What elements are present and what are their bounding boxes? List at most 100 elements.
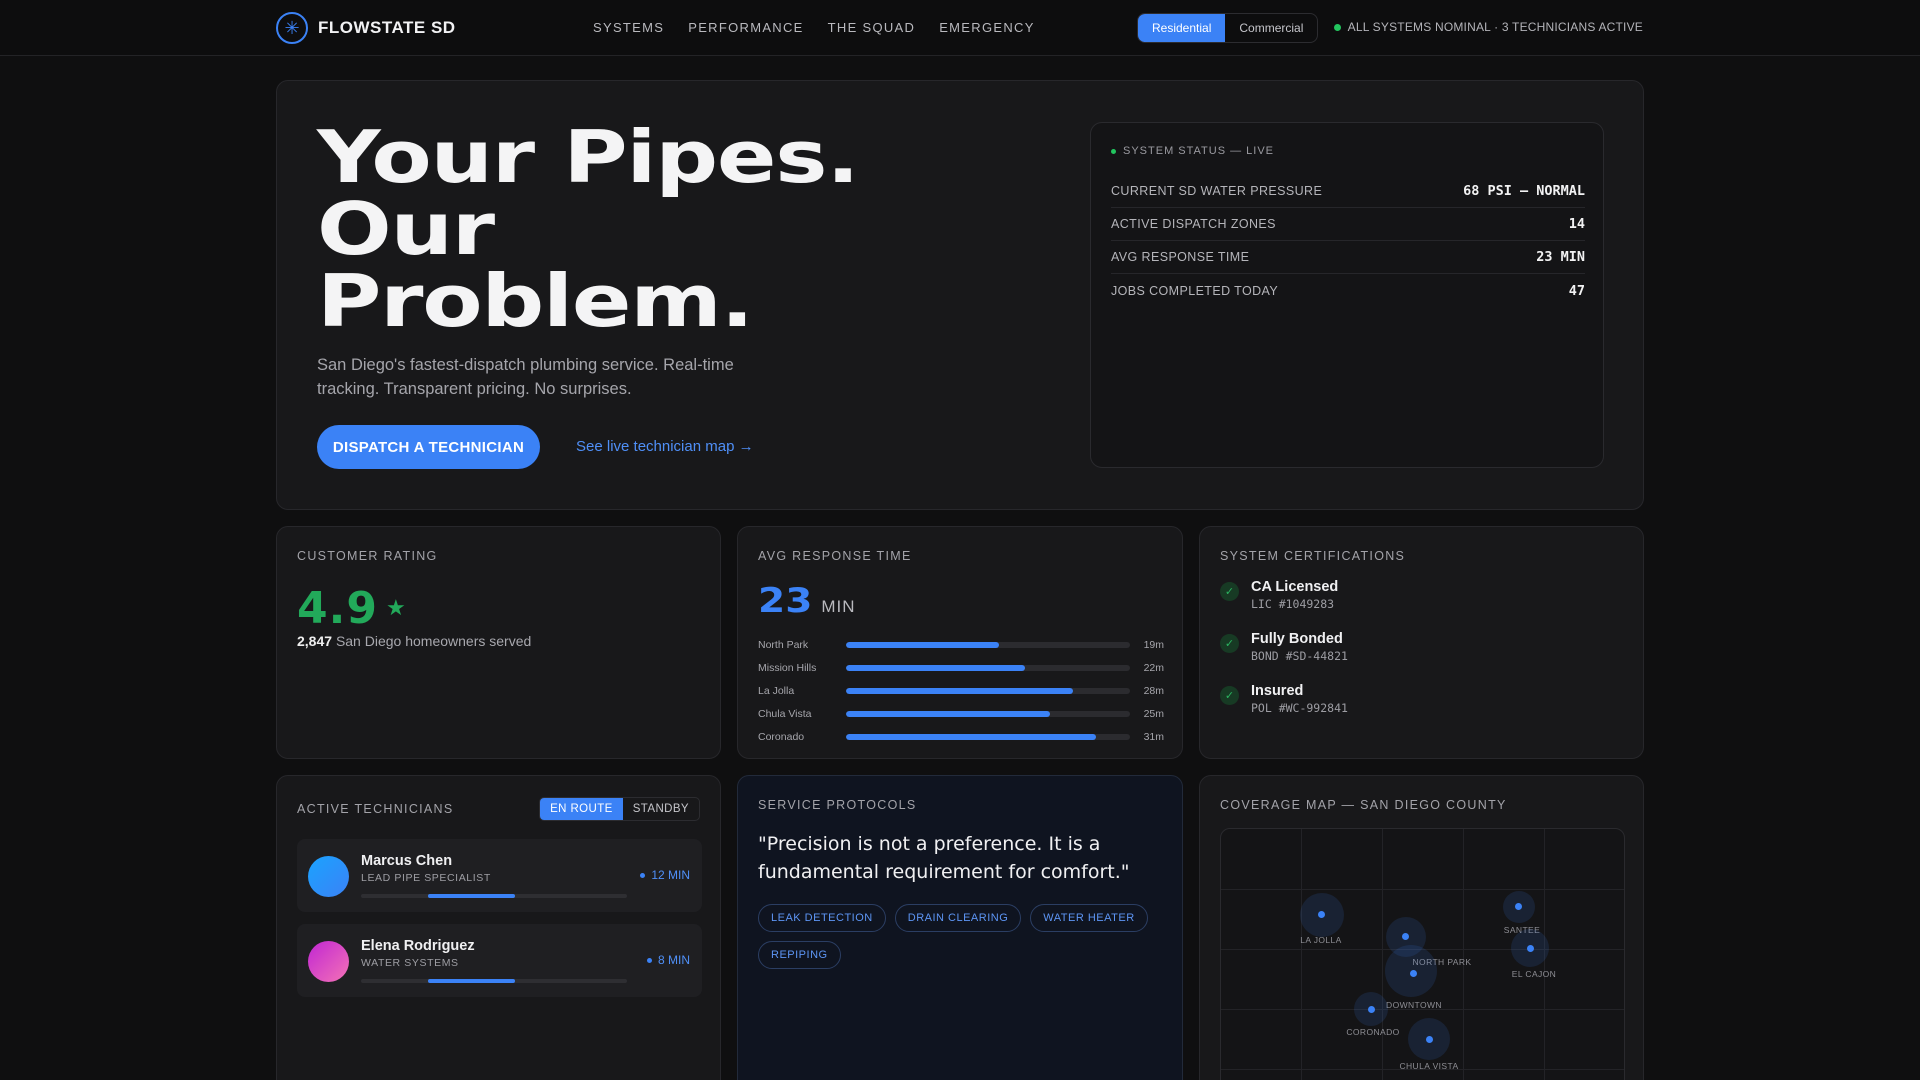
cert-list: ✓ CA Licensed LIC #1049283 ✓ Fully Bonde… <box>1220 579 1348 735</box>
zone-row: North Park 19m <box>758 633 1164 656</box>
status-row-label: JOBS COMPLETED TODAY <box>1111 283 1279 298</box>
map-pin-north-park[interactable] <box>1402 933 1409 940</box>
status-row: AVG RESPONSE TIME 23 MIN <box>1111 241 1585 274</box>
zone-name: Coronado <box>758 730 805 743</box>
zone-bar-track <box>846 710 1130 717</box>
map-pin-la-jolla[interactable] <box>1318 911 1325 918</box>
technician-list: Marcus Chen LEAD PIPE SPECIALIST 12 MIN … <box>297 839 702 1009</box>
status-row-label: CURRENT SD WATER PRESSURE <box>1111 184 1323 198</box>
zone-name: La Jolla <box>758 684 795 697</box>
nav-link-performance[interactable]: PERFORMANCE <box>688 20 803 35</box>
residential-commercial-toggle: Residential Commercial <box>1137 13 1319 43</box>
hero-card: Your Pipes. Our Problem. San Diego's fas… <box>276 80 1644 510</box>
map-pin-santee[interactable] <box>1515 903 1522 910</box>
cert-name: CA Licensed <box>1251 579 1339 595</box>
map-pin-chula-vista[interactable] <box>1426 1036 1433 1043</box>
map-gridline <box>1301 829 1302 1080</box>
card-title: AVG RESPONSE TIME <box>758 549 912 563</box>
map-label: DOWNTOWN <box>1386 1000 1442 1010</box>
status-panel-title: SYSTEM STATUS — LIVE <box>1123 145 1275 157</box>
toggle-en-route[interactable]: EN ROUTE <box>540 798 623 820</box>
map-gridline <box>1463 829 1464 1080</box>
dispatch-technician-button[interactable]: DISPATCH A TECHNICIAN <box>317 425 540 469</box>
tag-leak-detection[interactable]: LEAK DETECTION <box>758 904 886 932</box>
zone-name: Mission Hills <box>758 661 817 674</box>
technician-eta: 12 MIN <box>640 868 690 882</box>
snowflake-icon: ✳ <box>276 12 308 44</box>
check-icon: ✓ <box>1220 582 1239 601</box>
cert-name: Insured <box>1251 683 1304 699</box>
live-dot-icon <box>1111 148 1116 154</box>
homeowner-count: 2,847 <box>297 633 333 649</box>
cert-id: POL #WC-992841 <box>1251 701 1348 715</box>
status-dot-icon <box>1333 23 1341 31</box>
response-time-card: AVG RESPONSE TIME 23 MIN North Park 19m Mi… <box>737 526 1183 759</box>
toggle-standby[interactable]: STANDBY <box>623 798 699 820</box>
status-row-value: 47 <box>1568 282 1585 299</box>
coverage-map[interactable]: LA JOLLA NORTH PARK SANTEE EL CAJON DOWN… <box>1220 828 1625 1080</box>
nav-link-emergency[interactable]: EMERGENCY <box>939 20 1035 35</box>
zone-bar-fill <box>846 710 1051 717</box>
cert-item: ✓ Fully Bonded BOND #SD-44821 <box>1220 631 1348 683</box>
technician-status-toggle: EN ROUTE STANDBY <box>539 797 700 821</box>
live-map-link[interactable]: See live technician map → <box>576 438 754 455</box>
zone-value: 25m <box>1143 707 1164 720</box>
status-panel-header: SYSTEM STATUS — LIVE <box>1111 145 1274 157</box>
technician-row[interactable]: Marcus Chen LEAD PIPE SPECIALIST 12 MIN <box>297 839 702 912</box>
status-row: ACTIVE DISPATCH ZONES 14 <box>1111 208 1585 241</box>
nav-link-systems[interactable]: SYSTEMS <box>593 20 664 35</box>
check-icon: ✓ <box>1220 634 1239 653</box>
cert-name: Fully Bonded <box>1251 631 1343 647</box>
zone-bar-track <box>846 687 1130 694</box>
tag-repiping[interactable]: REPIPING <box>758 941 841 969</box>
map-label: EL CAJON <box>1511 969 1557 979</box>
zone-row: La Jolla 28m <box>758 679 1164 702</box>
star-icon: ★ <box>386 595 406 620</box>
technician-progress-track <box>361 894 627 898</box>
map-label: LA JOLLA <box>1300 935 1342 945</box>
customer-rating-card: CUSTOMER RATING 4.9 ★ 2,847 San Diego ho… <box>276 526 721 759</box>
zone-response-bars: North Park 19m Mission Hills 22m La Jolla 28m… <box>758 633 1164 748</box>
brand[interactable]: ✳ FLOWSTATE SD <box>276 12 456 44</box>
headline-line-3: Problem. <box>317 259 754 343</box>
card-title: SYSTEM CERTIFICATIONS <box>1220 549 1406 563</box>
zone-bar-track <box>846 664 1130 671</box>
coverage-map-card: COVERAGE MAP — SAN DIEGO COUNTY LA JOLLA… <box>1199 775 1644 1080</box>
technician-name: Elena Rodriguez <box>361 938 475 954</box>
zone-bar-track <box>846 641 1130 648</box>
map-pin-coronado[interactable] <box>1368 1006 1375 1013</box>
card-title: CUSTOMER RATING <box>297 549 438 563</box>
zone-value: 19m <box>1143 638 1164 651</box>
zone-value: 28m <box>1143 684 1164 697</box>
eta-dot-icon <box>646 957 652 963</box>
headline-line-2: Our <box>317 187 495 271</box>
tag-water-heater[interactable]: WATER HEATER <box>1030 904 1148 932</box>
segment-commercial[interactable]: Commercial <box>1225 14 1317 42</box>
map-pin-downtown[interactable] <box>1410 970 1417 977</box>
zone-bar-track <box>846 733 1130 740</box>
technician-progress-track <box>361 979 627 983</box>
cert-id: BOND #SD-44821 <box>1251 649 1348 663</box>
nav-link-the-squad[interactable]: THE SQUAD <box>828 20 916 35</box>
zone-row: Coronado 31m <box>758 725 1164 748</box>
rating-value: 4.9 <box>297 583 378 634</box>
active-technicians-card: ACTIVE TECHNICIANS EN ROUTE STANDBY Marc… <box>276 775 721 1080</box>
technician-name: Marcus Chen <box>361 853 453 869</box>
check-icon: ✓ <box>1220 686 1239 705</box>
zone-value: 31m <box>1143 730 1164 743</box>
hero-headline: Your Pipes. Our Problem. <box>317 121 860 343</box>
status-row-label: AVG RESPONSE TIME <box>1111 250 1250 264</box>
map-pin-el-cajon[interactable] <box>1527 945 1534 952</box>
cert-item: ✓ CA Licensed LIC #1049283 <box>1220 579 1348 631</box>
technician-row[interactable]: Elena Rodriguez WATER SYSTEMS 8 MIN <box>297 924 702 997</box>
technician-progress-fill <box>427 894 516 898</box>
status-row-value: 14 <box>1568 216 1585 232</box>
system-status-indicator: ALL SYSTEMS NOMINAL · 3 TECHNICIANS ACTI… <box>1333 20 1643 34</box>
technician-role: WATER SYSTEMS <box>361 957 459 969</box>
segment-residential[interactable]: Residential <box>1138 14 1226 42</box>
zone-row: Chula Vista 25m <box>758 702 1164 725</box>
nav-links: SYSTEMS PERFORMANCE THE SQUAD EMERGENCY <box>593 20 1035 35</box>
map-gridline <box>1221 889 1624 890</box>
tag-drain-clearing[interactable]: DRAIN CLEARING <box>894 904 1022 932</box>
service-protocols-card: SERVICE PROTOCOLS "Precision is not a pr… <box>737 775 1183 1080</box>
